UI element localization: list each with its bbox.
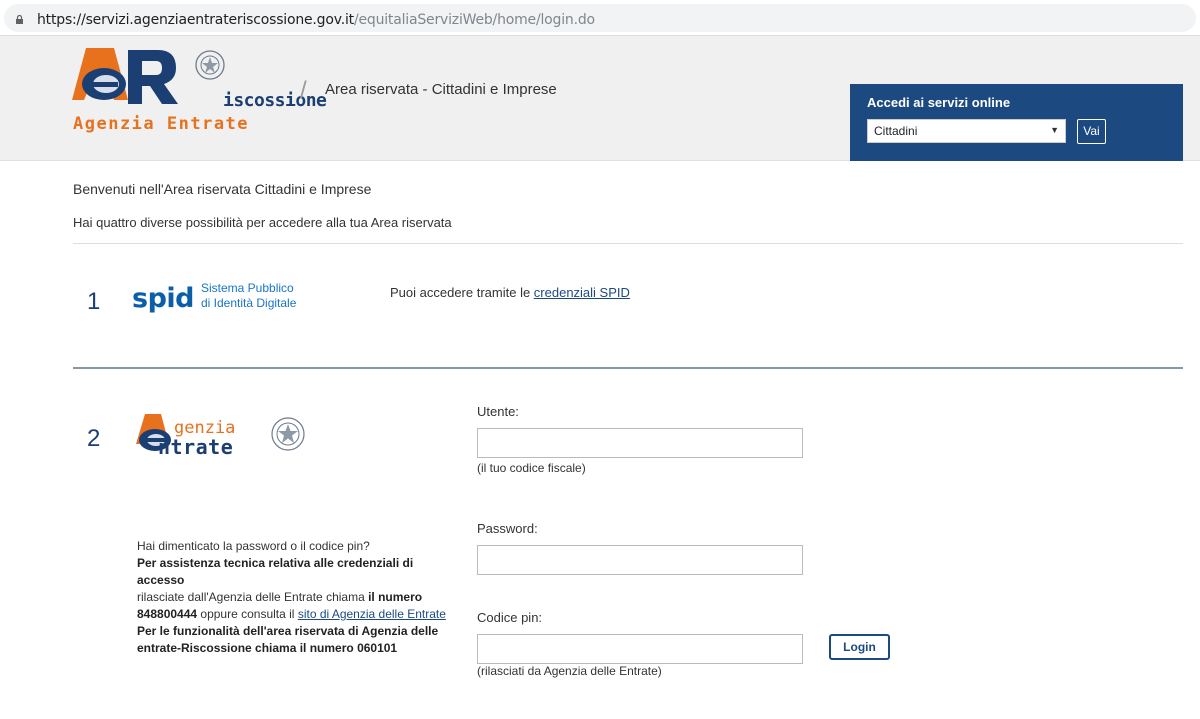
site-header: iscossione Agenzia Entrate / Area riserv… [0, 36, 1200, 161]
divider [73, 243, 1183, 244]
user-input[interactable] [477, 428, 803, 458]
logo-ntrate-text: ntrate [158, 435, 234, 459]
password-input[interactable] [477, 545, 803, 575]
welcome-heading: Benvenuti nell'Area riservata Cittadini … [73, 181, 372, 197]
password-label: Password: [477, 521, 538, 536]
online-services-box: Accedi ai servizi online Cittadini ▼ Vai [850, 84, 1183, 161]
spid-logo: spid Sistema Pubblico di Identità Digita… [132, 281, 312, 321]
agenzia-entrate-site-link[interactable]: sito di Agenzia delle Entrate [298, 607, 446, 621]
pin-label: Codice pin: [477, 610, 543, 625]
user-hint: (il tuo codice fiscale) [477, 461, 586, 475]
access-options-subtitle: Hai quattro diverse possibilità per acce… [73, 215, 452, 230]
logo-riscossione-text: iscossione [223, 90, 327, 111]
chevron-down-icon: ▼ [1050, 125, 1059, 135]
lock-icon [16, 15, 23, 24]
online-services-title: Accedi ai servizi online [867, 95, 1011, 110]
spid-access-text: Puoi accedere tramite le credenziali SPI… [390, 285, 630, 300]
logo-agenzia-text: Agenzia Entrate [73, 114, 250, 134]
spid-credentials-link[interactable]: credenziali SPID [534, 285, 630, 300]
url-field[interactable]: https://servizi.agenziaentrateriscossion… [4, 4, 1196, 32]
go-button[interactable]: Vai [1077, 119, 1106, 144]
browser-address-bar: https://servizi.agenziaentrateriscossion… [0, 0, 1200, 36]
option-number-1: 1 [87, 288, 101, 315]
user-type-select[interactable]: Cittadini ▼ [867, 119, 1066, 143]
help-text: Hai dimenticato la password o il codice … [137, 539, 446, 655]
agenzia-entrate-logo: genzia ntrate [135, 410, 310, 460]
login-button[interactable]: Login [829, 634, 890, 660]
spid-subtitle: Sistema Pubblico di Identità Digitale [201, 281, 297, 310]
pin-input[interactable] [477, 634, 803, 664]
page-title: Area riservata - Cittadini e Imprese [325, 81, 557, 98]
pin-hint: (rilasciati da Agenzia delle Entrate) [477, 664, 662, 678]
section-divider [73, 367, 1183, 369]
agenzia-riscossione-logo[interactable]: iscossione Agenzia Entrate [70, 44, 327, 134]
user-label: Utente: [477, 404, 519, 419]
url-text: https://servizi.agenziaentrateriscossion… [37, 12, 595, 28]
spid-wordmark: spid [132, 283, 194, 314]
option-number-2: 2 [87, 425, 101, 452]
breadcrumb-separator: / [300, 77, 307, 104]
user-type-selected: Cittadini [874, 124, 918, 138]
